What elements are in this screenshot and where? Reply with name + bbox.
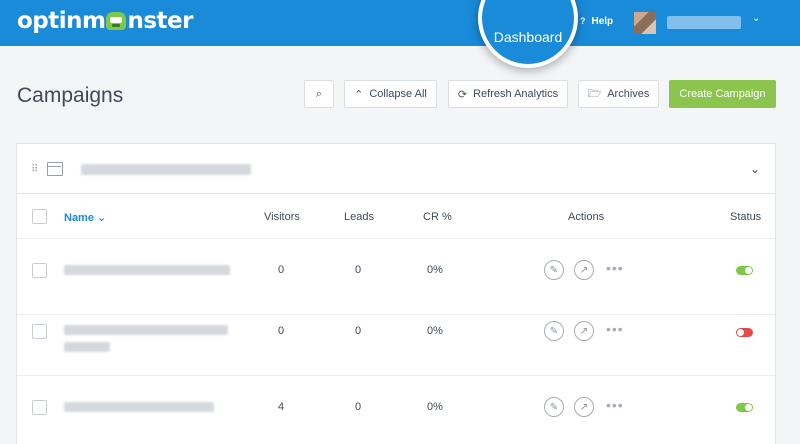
edit-icon[interactable]: ✎ bbox=[544, 260, 564, 280]
edit-icon[interactable]: ✎ bbox=[544, 321, 564, 341]
column-header-name[interactable]: Name ⌄ bbox=[64, 211, 106, 224]
status-toggle[interactable] bbox=[736, 266, 753, 275]
row-checkbox[interactable] bbox=[32, 400, 47, 415]
toggle-knob bbox=[745, 404, 752, 411]
toggle-knob bbox=[737, 329, 744, 336]
question-icon: ? bbox=[580, 16, 586, 26]
search-button[interactable]: ⌕ bbox=[304, 80, 334, 108]
page-title: Campaigns bbox=[17, 84, 124, 107]
campaign-group-header[interactable]: ⠿ ⌄ bbox=[17, 144, 775, 194]
divider bbox=[17, 238, 775, 239]
collapse-all-button[interactable]: ⌃ Collapse All bbox=[344, 80, 437, 108]
visitors-value: 0 bbox=[278, 325, 285, 337]
group-name-blurred bbox=[81, 164, 251, 175]
row-checkbox[interactable] bbox=[32, 324, 47, 339]
cr-value: 0% bbox=[427, 264, 443, 276]
name-column-label: Name bbox=[64, 212, 94, 224]
drag-handle-icon[interactable]: ⠿ bbox=[31, 164, 38, 175]
analytics-icon[interactable]: ↗ bbox=[574, 321, 594, 341]
optinmonster-logo[interactable]: optinm nster bbox=[17, 8, 193, 34]
search-icon: ⌕ bbox=[315, 87, 323, 100]
refresh-icon: ⟳ bbox=[457, 88, 468, 101]
more-options-icon[interactable]: ••• bbox=[606, 397, 624, 413]
monster-mascot-icon bbox=[106, 12, 127, 30]
more-options-icon[interactable]: ••• bbox=[606, 260, 624, 276]
edit-icon[interactable]: ✎ bbox=[544, 397, 564, 417]
analytics-icon[interactable]: ↗ bbox=[574, 260, 594, 280]
campaign-name-blurred[interactable] bbox=[64, 325, 228, 335]
column-header-actions: Actions bbox=[568, 211, 605, 223]
status-toggle[interactable] bbox=[736, 328, 753, 337]
campaign-name-blurred[interactable] bbox=[64, 402, 214, 412]
chevron-down-icon[interactable]: ⌄ bbox=[750, 162, 760, 176]
top-bar: optinm nster ? Help ⌄ bbox=[0, 0, 800, 46]
leads-value: 0 bbox=[355, 264, 362, 276]
create-campaign-label: Create Campaign bbox=[679, 88, 766, 100]
column-header-leads: Leads bbox=[344, 211, 374, 223]
window-icon bbox=[47, 162, 63, 176]
refresh-analytics-button[interactable]: ⟳ Refresh Analytics bbox=[448, 80, 568, 108]
visitors-value: 0 bbox=[278, 264, 285, 276]
divider bbox=[17, 314, 775, 315]
select-all-checkbox[interactable] bbox=[32, 209, 47, 224]
archives-label: Archives bbox=[607, 88, 650, 100]
analytics-icon[interactable]: ↗ bbox=[574, 397, 594, 417]
logo-text-left: optinm bbox=[17, 8, 106, 34]
more-options-icon[interactable]: ••• bbox=[606, 321, 624, 337]
leads-value: 0 bbox=[355, 325, 362, 337]
row-checkbox[interactable] bbox=[32, 263, 47, 278]
visitors-value: 4 bbox=[278, 401, 285, 413]
campaign-group-card: ⠿ ⌄ Name ⌄ Visitors Leads CR % Actions S… bbox=[16, 143, 776, 444]
cr-value: 0% bbox=[427, 401, 443, 413]
logo-text-right: nster bbox=[127, 8, 193, 34]
column-header-status: Status bbox=[730, 211, 762, 223]
status-toggle[interactable] bbox=[736, 403, 753, 412]
column-header-visitors: Visitors bbox=[264, 211, 300, 223]
leads-value: 0 bbox=[355, 401, 362, 413]
refresh-analytics-label: Refresh Analytics bbox=[473, 88, 559, 100]
help-link[interactable]: ? Help bbox=[580, 16, 613, 27]
cr-value: 0% bbox=[427, 325, 443, 337]
campaign-name-blurred[interactable] bbox=[64, 265, 230, 275]
collapse-all-label: Collapse All bbox=[369, 88, 427, 100]
chevron-up-icon: ⌃ bbox=[354, 88, 364, 101]
create-campaign-button[interactable]: Create Campaign bbox=[669, 80, 776, 108]
campaign-name-blurred-line2 bbox=[64, 342, 110, 352]
divider bbox=[17, 375, 775, 376]
chevron-down-icon[interactable]: ⌄ bbox=[752, 13, 760, 24]
archives-button[interactable]: 🗁 Archives bbox=[578, 80, 659, 108]
sort-chevron-icon: ⌄ bbox=[97, 212, 107, 224]
help-label: Help bbox=[591, 16, 614, 27]
user-avatar[interactable] bbox=[634, 12, 656, 34]
folder-icon: 🗁 bbox=[587, 87, 602, 100]
toggle-knob bbox=[745, 267, 752, 274]
dashboard-link[interactable]: Dashboard bbox=[478, 0, 578, 68]
column-header-cr: CR % bbox=[423, 211, 452, 223]
user-name-blurred[interactable] bbox=[667, 16, 741, 29]
dashboard-label: Dashboard bbox=[493, 29, 563, 45]
